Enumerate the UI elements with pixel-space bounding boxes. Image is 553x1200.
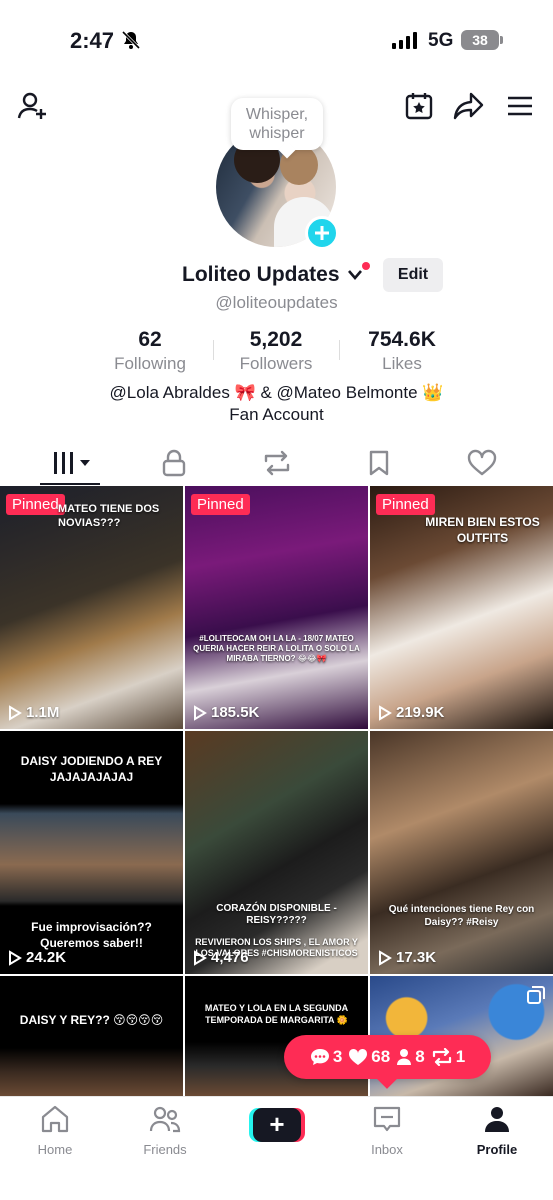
video-caption: MIREN BIEN ESTOS OUTFITS [425,515,540,545]
stat-following[interactable]: 62 Following [104,328,196,374]
add-friend-icon[interactable] [17,90,49,127]
person-icon [397,1049,412,1065]
whisper-line2: whisper [249,125,305,142]
nav-profile-label: Profile [476,1142,518,1157]
profile-icon [485,1107,509,1132]
profile-handle: @loliteoupdates [215,293,338,312]
status-bar: 2:47 5G 38 [0,0,553,80]
home-icon [41,1105,69,1133]
inbox-icon [373,1106,401,1132]
tab-videos-grid-icon[interactable] [52,450,94,481]
nav-inbox-label: Inbox [371,1142,403,1157]
likes-label: Likes [382,354,422,373]
notif-likes-count: 68 [371,1047,391,1066]
tab-private-lock-icon[interactable] [161,449,187,482]
notification-dot [362,262,370,270]
video-caption: Qué intenciones tiene Rey con Daisy?? #R… [388,904,535,928]
followers-count: 5,202 [249,328,303,351]
view-count: 185.5K [193,704,259,721]
share-icon[interactable] [453,91,485,126]
likes-count: 754.6K [368,328,436,351]
video-tile[interactable]: DAISY Y REY?? 😚😚😚😚 [0,976,183,1096]
whisper-line1: Whisper, [245,106,309,123]
active-tab-indicator [40,483,100,485]
video-caption: MATEO TIENE DOS NOVIAS??? [58,503,160,529]
video-tile[interactable]: Pinned MATEO TIENE DOS NOVIAS??? 1.1M [0,486,183,729]
video-tile[interactable]: CORAZÓN DISPONIBLE - REISY????? REVIVIER… [185,731,368,974]
view-count: 4,476 [193,949,249,966]
video-caption: MATEO Y LOLA EN LA SEGUNDA TEMPORADA DE … [204,1003,349,1025]
divider [339,340,340,360]
view-count-value: 24.2K [26,949,67,966]
bio-line-2: Fan Account [229,405,324,424]
video-tile[interactable]: Pinned #LOLITEOCAM OH LA LA - 18/07 MATE… [185,486,368,729]
view-count: 1.1M [8,704,59,721]
video-tile[interactable]: Qué intenciones tiene Rey con Daisy?? #R… [370,731,553,974]
heart-icon [349,1048,368,1065]
status-time: 2:47 [70,28,115,53]
menu-icon[interactable] [506,94,534,123]
view-count: 17.3K [378,949,436,966]
edit-profile-button[interactable]: Edit [383,258,443,292]
video-tile[interactable]: Pinned MIREN BIEN ESTOS OUTFITS 219.9K [370,486,553,729]
nav-profile[interactable]: Profile [452,1105,542,1157]
network-type: 5G [428,30,454,51]
create-button[interactable]: + [249,1108,305,1142]
comment-icon [310,1049,329,1065]
notif-comments: 3 [310,1047,342,1067]
view-count: 24.2K [8,949,66,966]
tab-reposts-icon[interactable] [262,449,292,482]
tab-liked-heart-icon[interactable] [467,449,497,482]
view-count: 219.9K [378,704,444,721]
notif-likes: 68 [348,1047,390,1067]
multi-photo-icon [527,986,545,1009]
nav-friends[interactable]: Friends [120,1105,210,1157]
notif-reposts-count: 1 [455,1047,466,1066]
nav-home[interactable]: Home [10,1105,100,1157]
notif-reposts: 1 [431,1047,465,1067]
chevron-down-icon[interactable] [347,268,363,287]
nav-home-label: Home [37,1142,73,1157]
notif-followers: 8 [396,1047,425,1067]
calendar-star-icon[interactable] [404,91,434,126]
notif-followers-count: 8 [415,1047,425,1066]
add-story-plus-icon[interactable] [305,216,339,250]
battery-tip [500,36,503,44]
following-label: Following [114,354,186,373]
activity-notification-pill[interactable]: 3 68 8 1 [284,1035,491,1079]
nav-friends-label: Friends [143,1142,187,1157]
view-count-value: 219.9K [396,704,445,721]
following-count: 62 [138,328,162,351]
battery-icon: 38 [461,30,499,50]
divider [213,340,214,360]
pinned-badge: Pinned [376,494,435,515]
profile-name[interactable]: Loliteo Updates [182,263,340,287]
plus-icon: + [253,1108,301,1142]
bell-muted-icon [121,30,141,55]
stat-likes[interactable]: 754.6K Likes [356,328,448,374]
video-caption: DAISY JODIENDO A REY JAJAJAJAJAJ [20,754,163,784]
notif-comments-count: 3 [332,1047,343,1066]
video-caption-secondary: Fue improvisación?? Queremos saber!! [31,920,152,950]
video-caption: CORAZÓN DISPONIBLE - REISY????? [216,903,337,926]
signal-icon [392,31,417,49]
repost-icon [432,1048,451,1066]
video-caption: DAISY Y REY?? 😚😚😚😚 [19,1013,164,1027]
tab-saved-bookmark-icon[interactable] [367,449,391,482]
view-count-value: 17.3K [396,949,437,966]
view-count-value: 4,476 [211,949,249,966]
profile-tabs [0,440,553,486]
friends-icon [149,1106,181,1133]
view-count-value: 1.1M [26,704,60,721]
bottom-nav: Home Friends + Inbox Profile [0,1096,553,1200]
view-count-value: 185.5K [211,704,260,721]
video-tile[interactable]: DAISY JODIENDO A REY JAJAJAJAJAJ Fue imp… [0,731,183,974]
pinned-badge: Pinned [191,494,250,515]
video-caption: #LOLITEOCAM OH LA LA - 18/07 MATEO QUERI… [193,634,360,663]
nav-inbox[interactable]: Inbox [342,1105,432,1157]
whisper-tooltip[interactable]: Whisper, whisper [231,98,323,150]
bio-line-1[interactable]: @Lola Abraldes 🎀 & @Mateo Belmonte 👑 [0,383,553,403]
stat-followers[interactable]: 5,202 Followers [228,328,324,374]
followers-label: Followers [239,354,313,373]
